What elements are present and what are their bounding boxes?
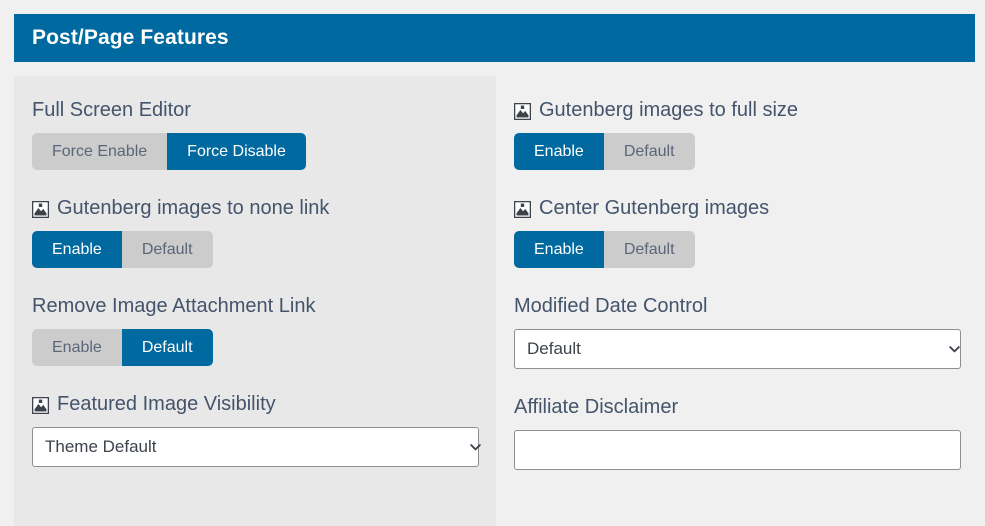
field-label-text: Full Screen Editor (32, 99, 191, 121)
field-label-text: Modified Date Control (514, 295, 708, 317)
default-button[interactable]: Default (121, 329, 213, 366)
field-label-text: Affiliate Disclaimer (514, 396, 679, 418)
button-group-full-screen-editor: Force Enable Force Disable (32, 133, 306, 170)
field-label-text: Remove Image Attachment Link (32, 295, 316, 317)
field-featured-image-visibility: Featured Image Visibility Theme Default (32, 392, 496, 467)
field-label: Gutenberg images to none link (32, 196, 496, 221)
field-label: Gutenberg images to full size (514, 98, 975, 123)
field-label-text: Gutenberg images to none link (57, 197, 330, 219)
right-column: Gutenberg images to full size Enable Def… (496, 76, 975, 526)
field-label-text: Featured Image Visibility (57, 393, 276, 415)
button-group-gutenberg-images-full-size: Enable Default (514, 133, 695, 170)
default-button[interactable]: Default (603, 231, 695, 268)
broken-image-icon (32, 201, 49, 218)
enable-button[interactable]: Enable (32, 329, 122, 366)
enable-button[interactable]: Enable (32, 231, 122, 268)
button-group-center-gutenberg-images: Enable Default (514, 231, 695, 268)
field-label: Affiliate Disclaimer (514, 395, 975, 420)
broken-image-icon (32, 397, 49, 414)
field-center-gutenberg-images: Center Gutenberg images Enable Default (514, 196, 975, 268)
featured-image-visibility-select-wrap: Theme Default (32, 427, 496, 467)
broken-image-icon (514, 103, 531, 120)
default-button[interactable]: Default (603, 133, 695, 170)
left-column: Full Screen Editor Force Enable Force Di… (14, 76, 496, 526)
field-affiliate-disclaimer: Affiliate Disclaimer (514, 395, 975, 470)
broken-image-icon (514, 201, 531, 218)
settings-columns: Full Screen Editor Force Enable Force Di… (14, 76, 975, 526)
enable-button[interactable]: Enable (514, 231, 604, 268)
enable-button[interactable]: Enable (514, 133, 604, 170)
field-label: Full Screen Editor (32, 98, 496, 123)
field-label: Featured Image Visibility (32, 392, 496, 417)
field-gutenberg-images-none-link: Gutenberg images to none link Enable Def… (32, 196, 496, 268)
force-disable-button[interactable]: Force Disable (167, 133, 306, 170)
button-group-remove-image-attachment-link: Enable Default (32, 329, 213, 366)
field-label: Center Gutenberg images (514, 196, 975, 221)
button-group-gutenberg-images-none-link: Enable Default (32, 231, 213, 268)
force-enable-button[interactable]: Force Enable (32, 133, 168, 170)
field-gutenberg-images-full-size: Gutenberg images to full size Enable Def… (514, 98, 975, 170)
field-label: Remove Image Attachment Link (32, 294, 496, 319)
page-title: Post/Page Features (32, 26, 229, 49)
default-button[interactable]: Default (121, 231, 213, 268)
field-modified-date-control: Modified Date Control Default (514, 294, 975, 369)
field-label: Modified Date Control (514, 294, 975, 319)
field-label-text: Gutenberg images to full size (539, 99, 799, 121)
field-full-screen-editor: Full Screen Editor Force Enable Force Di… (32, 98, 496, 170)
field-remove-image-attachment-link: Remove Image Attachment Link Enable Defa… (32, 294, 496, 366)
modified-date-control-select-wrap: Default (514, 329, 975, 369)
field-label-text: Center Gutenberg images (539, 197, 770, 219)
featured-image-visibility-select[interactable]: Theme Default (32, 427, 479, 467)
panel-header: Post/Page Features (14, 14, 975, 62)
modified-date-control-select[interactable]: Default (514, 329, 961, 369)
affiliate-disclaimer-input[interactable] (514, 430, 961, 470)
